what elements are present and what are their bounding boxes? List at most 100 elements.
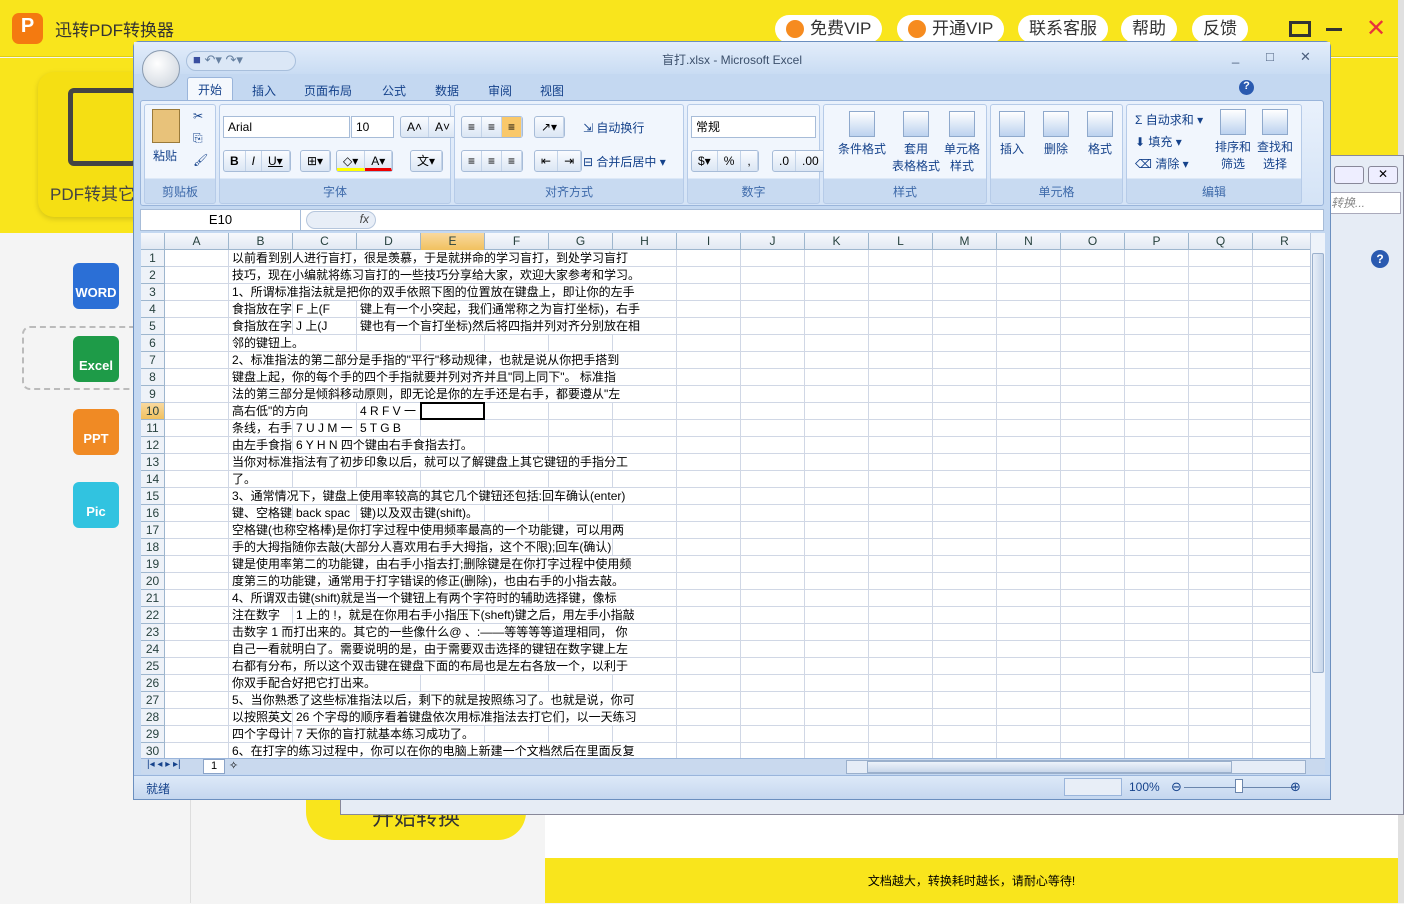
row-header[interactable]: 6: [141, 335, 165, 352]
row-header[interactable]: 29: [141, 726, 165, 743]
row-header[interactable]: 22: [141, 607, 165, 624]
increase-decimal-button[interactable]: .0: [773, 151, 797, 171]
tab-view[interactable]: 视图: [530, 79, 574, 102]
select-all-button[interactable]: [141, 233, 165, 250]
row-header[interactable]: 14: [141, 471, 165, 488]
column-header[interactable]: E: [421, 233, 485, 250]
cell[interactable]: 7 U J M 一: [293, 420, 356, 436]
align-left-button[interactable]: ≡: [462, 151, 483, 171]
orientation-button[interactable]: ↗▾: [534, 116, 566, 138]
align-right-button[interactable]: ≡: [502, 151, 523, 171]
cell[interactable]: 键)以及双击键(shift)。: [357, 505, 478, 521]
cell-styles-button[interactable]: 单元格 样式: [944, 111, 980, 174]
font-color-button[interactable]: A▾: [365, 151, 393, 171]
increase-indent-button[interactable]: ⇥: [558, 151, 582, 171]
cell[interactable]: 当你对标准指法有了初步印象以后，就可以了解键盘上其它键钮的手指分工: [229, 454, 629, 470]
minimize-icon[interactable]: [1326, 28, 1342, 31]
cell[interactable]: 四个字母计: [229, 726, 292, 742]
row-header[interactable]: 25: [141, 658, 165, 675]
column-header[interactable]: I: [677, 233, 741, 250]
row-header[interactable]: 12: [141, 437, 165, 454]
decrease-indent-button[interactable]: ⇤: [535, 151, 559, 171]
bold-button[interactable]: B: [224, 151, 246, 171]
redo-icon[interactable]: ↷▾: [226, 52, 243, 67]
sidebar-ppt[interactable]: PPT: [73, 409, 119, 455]
row-header[interactable]: 17: [141, 522, 165, 539]
font-name-select[interactable]: Arial: [223, 116, 350, 138]
find-select-button[interactable]: 查找和 选择: [1257, 109, 1293, 172]
view-buttons[interactable]: [1064, 778, 1122, 796]
sheet-tab[interactable]: 1: [203, 759, 225, 774]
autosum-button[interactable]: Σ 自动求和 ▾: [1135, 111, 1203, 128]
cell[interactable]: back spac: [293, 505, 356, 521]
cell[interactable]: 4、所谓双击键(shift)就是当一个键钮上有两个字符时的辅助选择键，像标: [229, 590, 617, 606]
cell[interactable]: 手的大拇指随你去敲(大部分人喜欢用右手大拇指，这个不限);回车(确认): [229, 539, 612, 555]
cell[interactable]: 右都有分布，所以这个双击键在键盘下面的布局也是左右各放一个，以利于: [229, 658, 629, 674]
cell[interactable]: 键也有一个盲打坐标)然后将四指并列对齐分别放在相: [357, 318, 640, 334]
insert-sheet-icon[interactable]: ✧: [229, 759, 238, 772]
name-box[interactable]: E10: [141, 210, 301, 230]
sidebar-pic[interactable]: Pic: [73, 482, 119, 528]
row-header[interactable]: 23: [141, 624, 165, 641]
fill-button[interactable]: ⬇ 填充 ▾: [1135, 133, 1182, 150]
free-vip-button[interactable]: 免费VIP: [775, 15, 883, 43]
restore-button[interactable]: [1334, 166, 1364, 184]
cell[interactable]: 高右低"的方向: [229, 403, 356, 419]
help-button[interactable]: 帮助: [1121, 15, 1177, 43]
selected-cell[interactable]: [420, 402, 485, 420]
cell[interactable]: 6、在打字的练习过程中，你可以在你的电脑上新建一个文档然后在里面反复: [229, 743, 635, 759]
column-header[interactable]: N: [997, 233, 1061, 250]
horizontal-scrollbar[interactable]: [846, 760, 1306, 774]
row-header[interactable]: 28: [141, 709, 165, 726]
open-vip-button[interactable]: 开通VIP: [897, 15, 1005, 43]
column-header[interactable]: B: [229, 233, 293, 250]
cell[interactable]: 度第三的功能键，通常用于打字错误的修正(删除)，也由右手的小指去敲。: [229, 573, 624, 589]
column-header[interactable]: Q: [1189, 233, 1253, 250]
row-header[interactable]: 21: [141, 590, 165, 607]
row-header[interactable]: 9: [141, 386, 165, 403]
row-header[interactable]: 8: [141, 369, 165, 386]
cell[interactable]: 1、所谓标准指法就是把你的双手依照下图的位置放在键盘上，即让你的左手: [229, 284, 635, 300]
sheet-nav-arrows[interactable]: |◂ ◂ ▸ ▸|: [147, 759, 181, 770]
column-header[interactable]: C: [293, 233, 357, 250]
cell[interactable]: 以按照英文: [229, 709, 292, 725]
cell[interactable]: 7 天你的盲打就基本练习成功了。: [293, 726, 475, 742]
column-header[interactable]: F: [485, 233, 549, 250]
cell[interactable]: 你双手配合好把它打出来。: [229, 675, 377, 691]
row-header[interactable]: 15: [141, 488, 165, 505]
cell[interactable]: 空格键(也称空格棒)是你打字过程中使用频率最高的一个功能键，可以用两: [229, 522, 624, 538]
column-header[interactable]: R: [1253, 233, 1311, 250]
help-icon[interactable]: ?: [1239, 80, 1254, 95]
minimize-icon[interactable]: _: [1232, 49, 1239, 64]
italic-button[interactable]: I: [246, 151, 263, 171]
cell[interactable]: 5、当你熟悉了这些标准指法以后，剩下的就是按照练习了。也就是说，你可: [229, 692, 635, 708]
clear-button[interactable]: ⌫ 清除 ▾: [1135, 155, 1189, 172]
scroll-thumb[interactable]: [867, 761, 1232, 773]
column-header[interactable]: L: [869, 233, 933, 250]
row-header[interactable]: 16: [141, 505, 165, 522]
sidebar-excel[interactable]: Excel: [73, 336, 119, 382]
row-header[interactable]: 3: [141, 284, 165, 301]
cells[interactable]: 以前看到别人进行盲打，很是羡慕，于是就拼命的学习盲打，到处学习盲打 技巧，现在小编…: [165, 250, 1311, 763]
phonetic-button[interactable]: 文▾: [410, 150, 444, 172]
column-header[interactable]: A: [165, 233, 229, 250]
search-input[interactable]: 转换...: [1326, 192, 1401, 214]
column-header[interactable]: M: [933, 233, 997, 250]
number-format-select[interactable]: 常规: [691, 116, 816, 138]
shrink-font-button[interactable]: A˅: [429, 117, 458, 137]
grow-font-button[interactable]: A˄: [401, 117, 430, 137]
align-middle-button[interactable]: ≡: [482, 117, 503, 137]
zoom-out-icon[interactable]: ⊖: [1171, 779, 1182, 795]
cell[interactable]: F 上(F: [293, 301, 356, 317]
cell[interactable]: 键、空格键(: [229, 505, 292, 521]
office-button[interactable]: [142, 50, 180, 88]
cell[interactable]: 4 R F V 一: [357, 403, 417, 419]
merge-center-button[interactable]: ⊟ 合并后居中 ▾: [583, 153, 666, 170]
worksheet-grid[interactable]: ABCDEFGHIJKLMNOPQR 1 2 3 4 5 6 7 8 9 10 11 12 13 14 15…: [141, 233, 1311, 763]
cell[interactable]: 食指放在字母: [229, 318, 292, 334]
cell[interactable]: 注在数字: [229, 607, 292, 623]
tab-formulas[interactable]: 公式: [372, 79, 416, 102]
insert-cells-button[interactable]: 插入: [999, 111, 1025, 157]
delete-cells-button[interactable]: 删除: [1043, 111, 1069, 157]
insert-function-button[interactable]: fx: [306, 211, 376, 229]
